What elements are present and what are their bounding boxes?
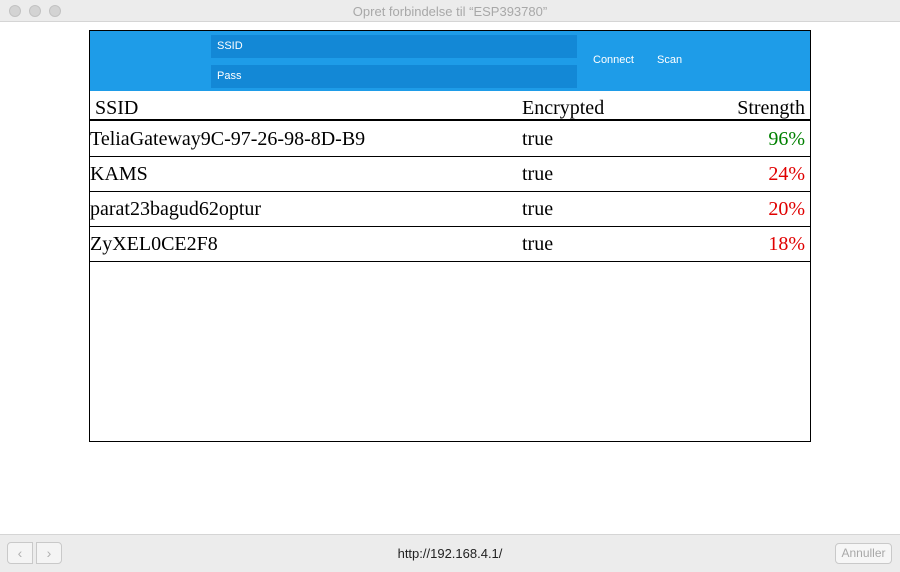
window-titlebar: Opret forbindelse til “ESP393780”	[0, 0, 900, 22]
network-encrypted: true	[522, 128, 554, 150]
table-header: SSID Encrypted Strength	[90, 91, 810, 121]
network-ssid: ZyXEL0CE2F8	[90, 233, 218, 255]
network-encrypted: true	[522, 163, 554, 185]
portal-page: SSID Pass Connect Scan SSID Encrypted St…	[89, 30, 811, 442]
network-encrypted: true	[522, 198, 554, 220]
table-row[interactable]: TeliaGateway9C-97-26-98-8D-B9 true 96%	[90, 122, 810, 157]
table-row[interactable]: ZyXEL0CE2F8 true 18%	[90, 227, 810, 262]
column-header-encrypted: Encrypted	[522, 97, 605, 119]
scan-button[interactable]: Scan	[657, 54, 682, 66]
network-encrypted: true	[522, 233, 554, 255]
network-strength: 18%	[768, 233, 805, 255]
bottom-toolbar: ‹ › http://192.168.4.1/ Annuller	[0, 534, 900, 572]
network-strength: 96%	[768, 128, 805, 150]
column-header-strength: Strength	[737, 97, 805, 119]
network-ssid: TeliaGateway9C-97-26-98-8D-B9	[90, 128, 366, 150]
cancel-button[interactable]: Annuller	[835, 543, 892, 564]
network-ssid: parat23bagud62optur	[90, 198, 262, 220]
network-ssid: KAMS	[90, 163, 148, 185]
url-label: http://192.168.4.1/	[397, 546, 503, 561]
connect-button[interactable]: Connect	[593, 54, 634, 66]
wifi-form-bar: SSID Pass Connect Scan	[90, 31, 810, 91]
column-header-ssid: SSID	[95, 97, 139, 119]
network-strength: 20%	[768, 198, 805, 220]
table-row[interactable]: KAMS true 24%	[90, 157, 810, 192]
window-title: Opret forbindelse til “ESP393780”	[352, 4, 548, 19]
network-strength: 24%	[768, 163, 805, 185]
table-row[interactable]: parat23bagud62optur true 20%	[90, 192, 810, 227]
ssid-input[interactable]: SSID	[211, 35, 577, 58]
password-input[interactable]: Pass	[211, 65, 577, 88]
